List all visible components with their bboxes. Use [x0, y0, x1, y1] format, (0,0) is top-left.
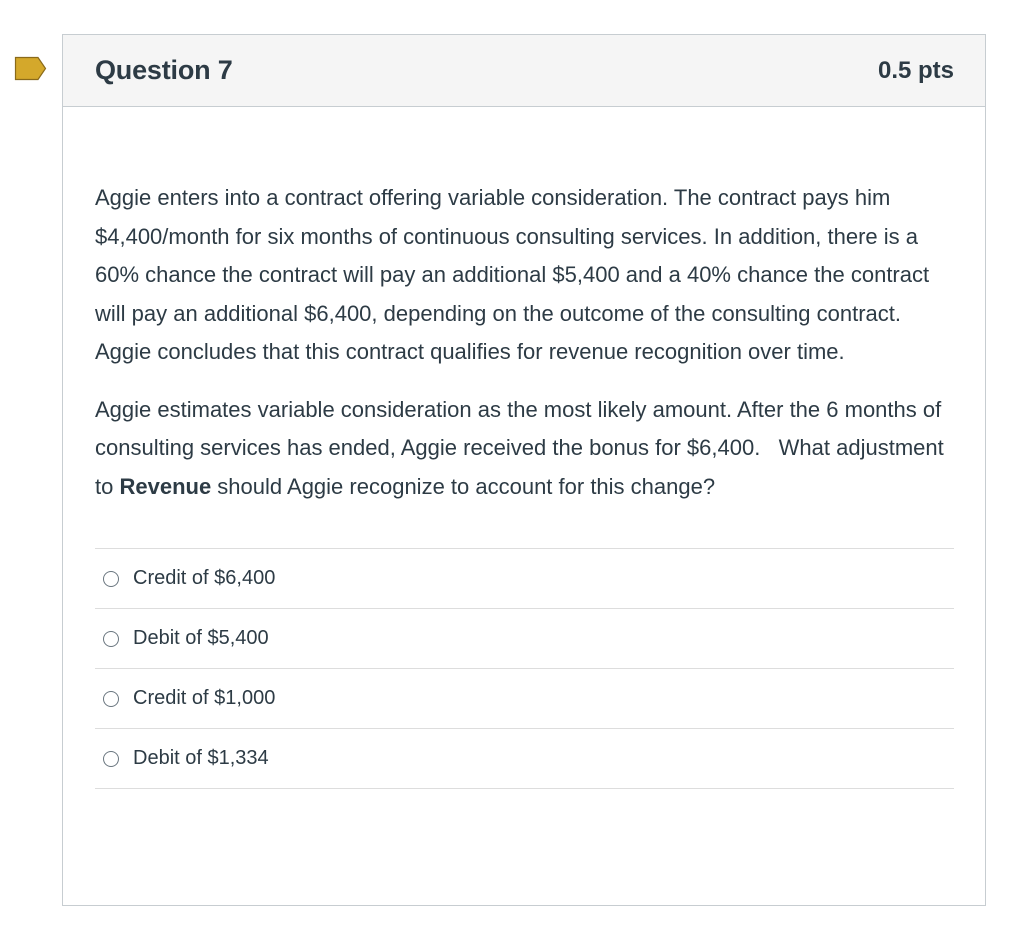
question-text: Aggie enters into a contract offering va…: [95, 179, 954, 506]
answer-label: Credit of $6,400: [133, 567, 276, 589]
flag-question-icon[interactable]: [14, 56, 47, 81]
answer-option[interactable]: Debit of $1,334: [95, 729, 954, 789]
question-title: Question 7: [95, 55, 233, 85]
radio-button[interactable]: [103, 570, 119, 587]
question-body: Aggie enters into a contract offering va…: [63, 107, 985, 789]
radio-button[interactable]: [103, 630, 119, 647]
question-card: Question 7 0.5 pts Aggie enters into a c…: [62, 34, 986, 906]
question-paragraph-1: Aggie enters into a contract offering va…: [95, 185, 930, 364]
question-paragraph-2: Aggie estimates variable consideration a…: [95, 391, 954, 507]
answer-option[interactable]: Credit of $6,400: [95, 549, 954, 609]
radio-button[interactable]: [103, 750, 119, 767]
answer-option[interactable]: Credit of $1,000: [95, 669, 954, 729]
answer-option[interactable]: Debit of $5,400: [95, 609, 954, 669]
question-paragraph-2-end: should Aggie recognize to account for th…: [211, 473, 716, 499]
question-keyword-revenue: Revenue: [119, 473, 212, 499]
radio-button[interactable]: [103, 690, 119, 707]
answer-label: Credit of $1,000: [133, 687, 276, 709]
question-header: Question 7 0.5 pts: [63, 35, 985, 107]
answer-list: Credit of $6,400 Debit of $5,400 Credit …: [95, 548, 954, 789]
answer-label: Debit of $1,334: [133, 747, 269, 769]
answer-label: Debit of $5,400: [133, 627, 269, 649]
question-points: 0.5 pts: [877, 56, 954, 84]
quiz-page: Question 7 0.5 pts Aggie enters into a c…: [0, 0, 1012, 940]
